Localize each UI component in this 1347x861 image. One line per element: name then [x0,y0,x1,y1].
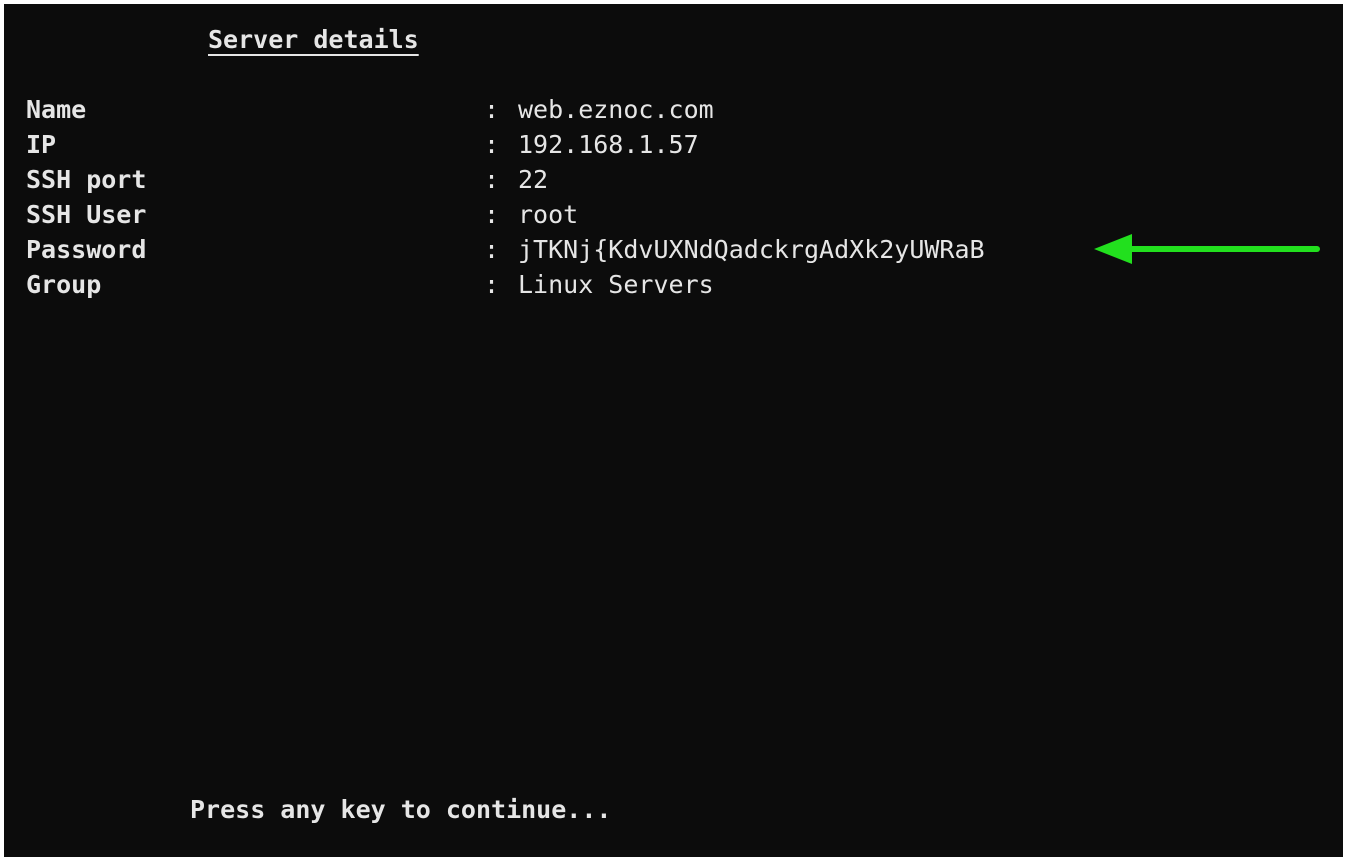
left-arrow-icon [1094,234,1320,264]
detail-label: Group [26,270,102,299]
detail-label: SSH port [26,165,147,194]
detail-separator: : [484,130,500,159]
detail-label: Password [26,235,147,264]
detail-separator: : [484,270,500,299]
detail-row-password: Password : jTKNj{KdvUXNdQadckrgAdXk2yUWR… [26,232,985,267]
detail-separator: : [484,200,500,229]
detail-label: IP [26,130,57,159]
detail-row-name: Name : web.eznoc.com [26,92,714,127]
detail-row-ssh-user: SSH User : root [26,197,578,232]
detail-row-ip: IP : 192.168.1.57 [26,127,699,162]
detail-row-ssh-port: SSH port : 22 [26,162,548,197]
detail-value: 22 [518,165,549,194]
terminal-window: Server details Name : web.eznoc.com IP :… [4,4,1343,857]
arrow-head [1094,234,1132,264]
detail-label: SSH User [26,200,147,229]
detail-value: web.eznoc.com [518,95,714,124]
page-title: Server details [208,25,419,54]
detail-label: Name [26,95,87,124]
detail-row-group: Group : Linux Servers [26,267,714,302]
continue-prompt[interactable]: Press any key to continue... [190,792,611,827]
detail-value: 192.168.1.57 [518,130,699,159]
detail-separator: : [484,165,500,194]
password-value: jTKNj{KdvUXNdQadckrgAdXk2yUWRaB [518,235,985,264]
server-details-list: Name : web.eznoc.com IP : 192.168.1.57 S… [26,92,985,302]
detail-value: Linux Servers [518,270,714,299]
arrow-shaft [1128,246,1320,252]
detail-separator: : [484,95,500,124]
detail-separator: : [484,235,500,264]
detail-value: root [518,200,579,229]
